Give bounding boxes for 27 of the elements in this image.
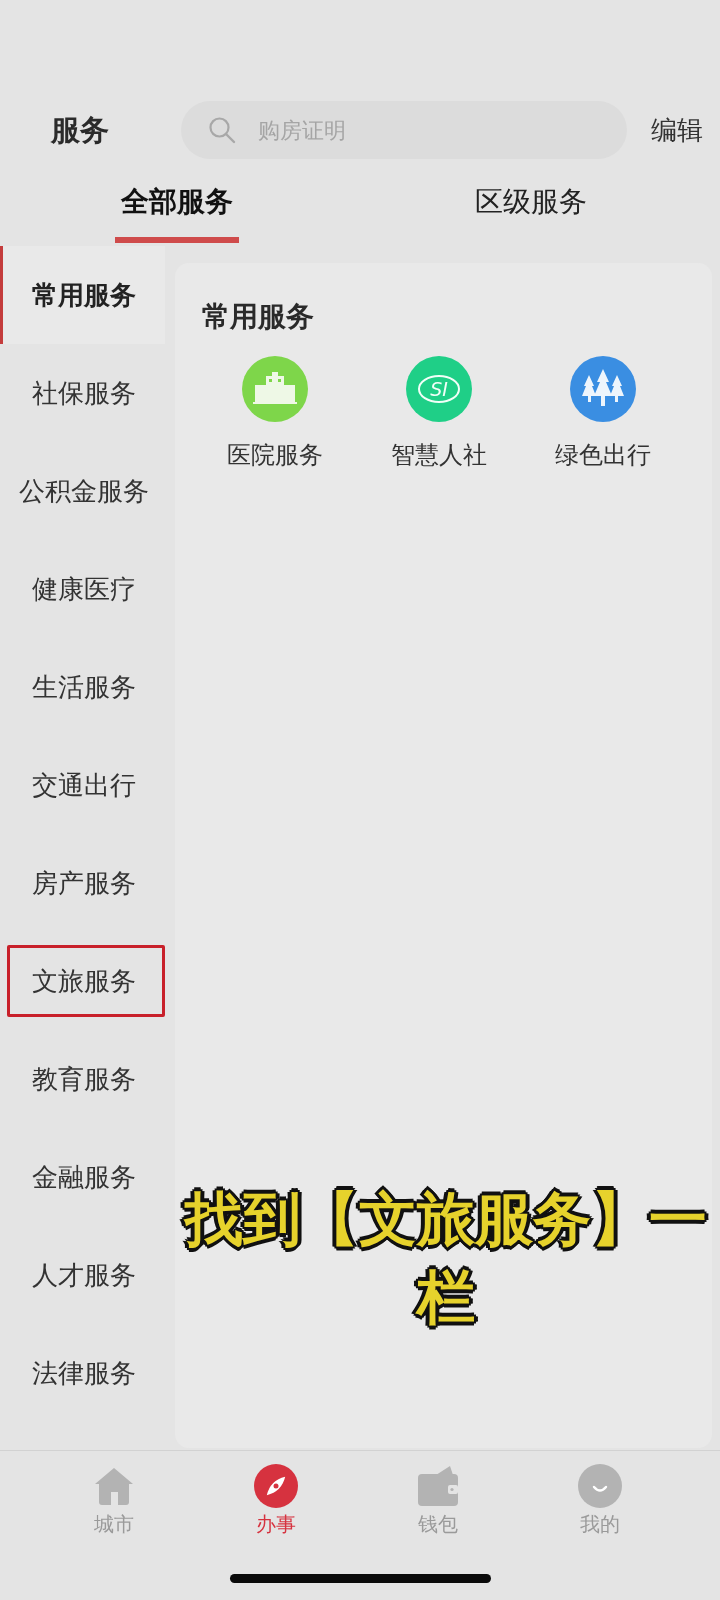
nav-tab[interactable]: 办事 <box>254 1451 298 1536</box>
tab[interactable]: 全部服务 <box>115 175 239 243</box>
wallet-icon <box>416 1464 460 1508</box>
sidebar-item[interactable]: 房产服务 <box>0 834 165 932</box>
smiley-icon <box>578 1464 622 1508</box>
sidebar-item[interactable]: 人才服务 <box>0 1226 165 1324</box>
sidebar-item[interactable]: 社保服务 <box>0 344 165 442</box>
sidebar-item[interactable]: 常用服务 <box>0 246 165 344</box>
sidebar-item[interactable]: 公积金服务 <box>0 442 165 540</box>
sidebar-item[interactable]: 文旅服务 <box>0 932 165 1030</box>
service-item[interactable]: 医院服务 <box>227 356 323 469</box>
section-title: 常用服务 <box>201 299 315 335</box>
edit-button[interactable]: 编辑 <box>651 113 703 147</box>
lettered-logo-icon: SI <box>406 356 472 422</box>
search-icon <box>208 116 236 144</box>
sidebar-item[interactable]: 健康医疗 <box>0 540 165 638</box>
caption-text: 找到【文旅服务】一栏 <box>182 1184 708 1333</box>
page-title: 服务 <box>51 112 110 148</box>
service-item[interactable]: SI 智慧人社 <box>391 356 487 469</box>
service-item[interactable]: 绿色出行 <box>555 356 651 469</box>
sidebar-item[interactable]: 法律服务 <box>0 1324 165 1422</box>
sidebar-item[interactable]: 交通出行 <box>0 736 165 834</box>
sidebar-item[interactable]: 金融服务 <box>0 1128 165 1226</box>
sidebar-item[interactable]: 教育服务 <box>0 1030 165 1128</box>
sidebar-item[interactable]: 生活服务 <box>0 638 165 736</box>
tab[interactable]: 区级服务 <box>469 175 593 243</box>
compass-icon <box>254 1464 298 1508</box>
